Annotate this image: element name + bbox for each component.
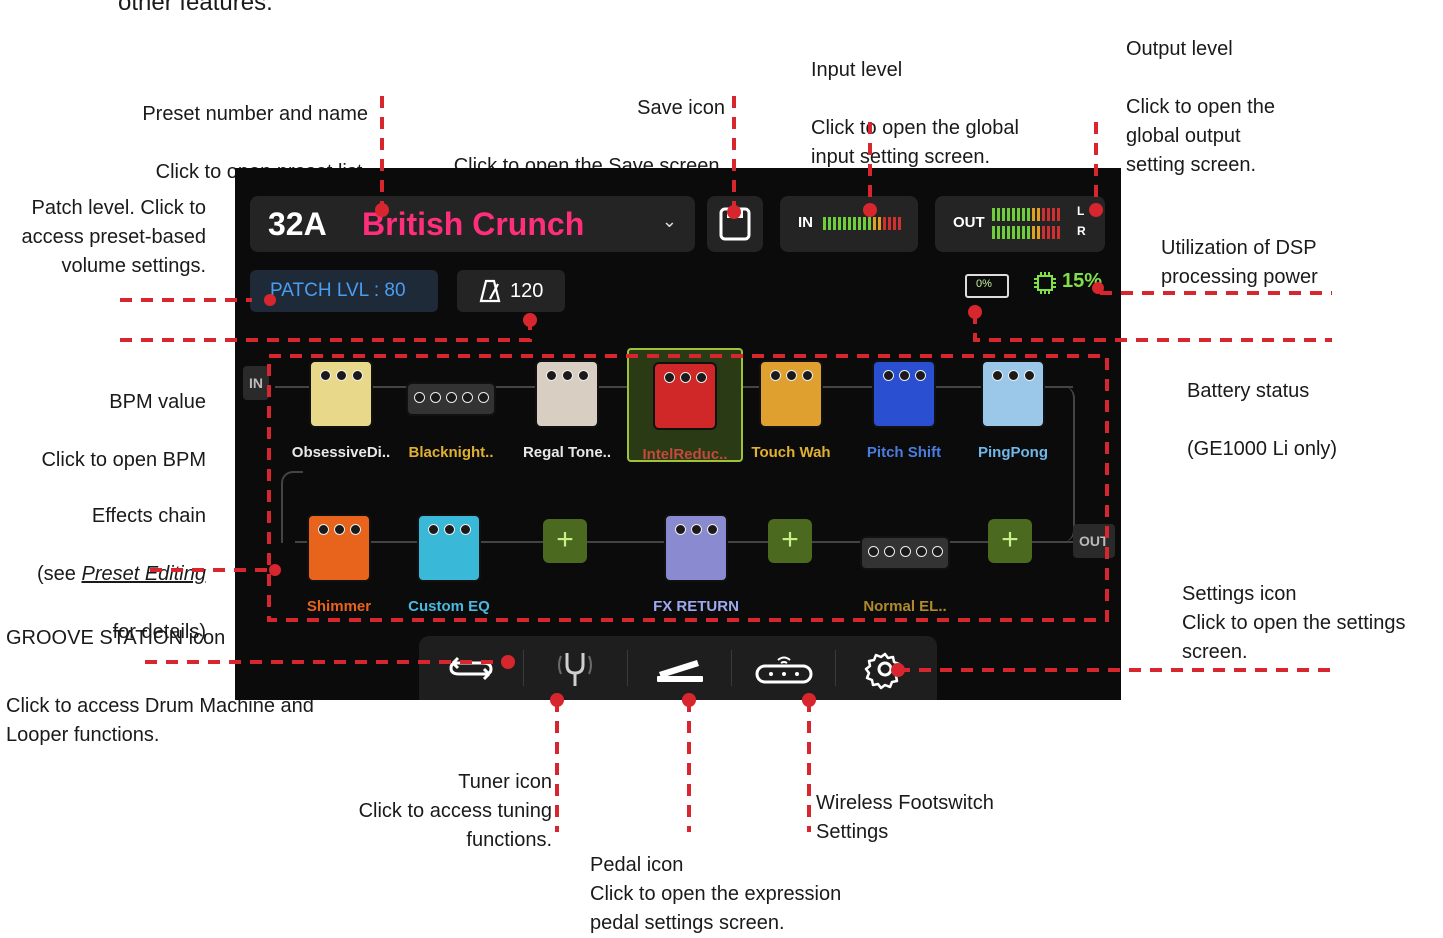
chain-callout-dot (269, 564, 281, 576)
groove-callout-dot (501, 655, 515, 669)
effects-chain-outline (267, 354, 1109, 622)
dsp-callout-dot (1092, 282, 1104, 294)
battery-callout-dot (968, 305, 982, 319)
battery-callout-line (973, 312, 1332, 342)
output-callout-dot (1089, 203, 1103, 217)
preset-callout-dot (375, 203, 389, 217)
tuner-callout-dot (550, 693, 564, 707)
save-callout-dot (727, 205, 741, 219)
settings-callout-dot (891, 663, 905, 677)
wireless-callout-dot (802, 693, 816, 707)
callout-overlay (120, 96, 1332, 832)
pedal-callout-dot (682, 693, 696, 707)
patch-callout-dot (264, 294, 276, 306)
bpm-callout-line (120, 320, 532, 342)
bpm-callout-dot (523, 313, 537, 327)
input-callout-dot (863, 203, 877, 217)
